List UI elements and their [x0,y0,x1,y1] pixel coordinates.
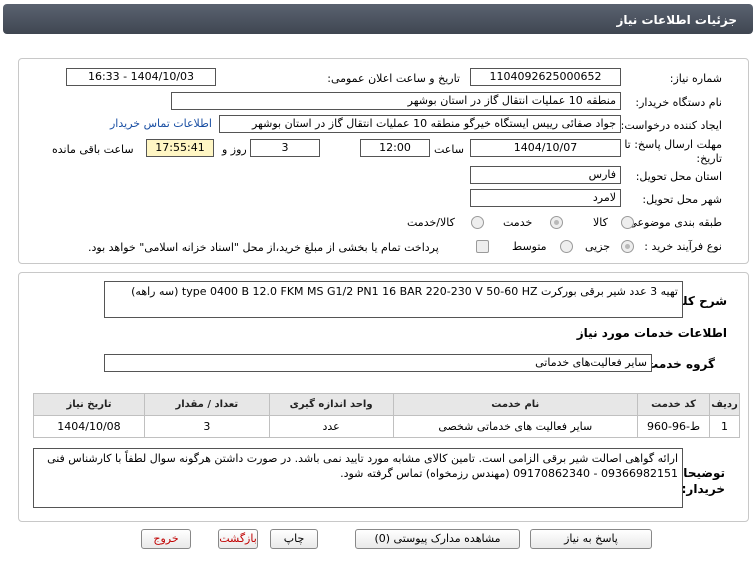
services-section-title: اطلاعات خدمات مورد نیاز [576,326,727,340]
back-button[interactable]: بازگشت [218,529,258,549]
category-option-service: خدمت [503,216,533,229]
print-button[interactable]: چاپ [270,529,318,549]
creator-label: ایجاد کننده درخواست: [620,119,722,132]
process-option-minor: جزیی [585,240,611,253]
category-option-goods-service: کالا/خدمت [407,216,455,229]
col-row-header: ردیف [709,393,740,416]
service-group-field: سایر فعالیت‌های خدماتی [104,354,652,372]
col-name-header: نام خدمت [392,393,639,416]
announce-label: تاریخ و ساعت اعلان عمومی: [327,72,460,85]
cell-qty: 3 [143,415,270,438]
need-info-panel [18,58,749,264]
deadline-time-label: ساعت [434,143,464,156]
deadline-label: مهلت ارسال پاسخ: تا [624,138,722,151]
process-option-medium: متوسط [512,240,547,253]
category-radio-goods-service[interactable] [471,216,484,229]
payment-note: پرداخت تمام یا بخشی از مبلغ خرید،از محل … [88,241,439,254]
city-label: شهر محل تحویل: [642,193,722,206]
remaining-label: ساعت باقی مانده [52,143,134,156]
reply-button[interactable]: پاسخ به نیاز [530,529,652,549]
treasury-checkbox[interactable] [476,240,489,253]
service-group-label: گروه خدمت: [641,357,715,371]
cell-name: سایر فعالیت های خدماتی شخصی [392,415,639,438]
creator-field: جواد صفائی رییس ایستگاه خیرگو منطقه 10 ع… [219,115,621,133]
need-number-label: شماره نیاز: [669,72,722,85]
table-header-row: ردیف کد خدمت نام خدمت واحد اندازه گیری ت… [33,393,740,416]
category-option-goods: کالا [593,216,608,229]
days-field: 3 [250,139,320,157]
col-code-header: کد خدمت [637,393,711,416]
need-number-field: 1104092625000652 [470,68,621,86]
header-bar: جزئیات اطلاعات نیاز [3,4,753,34]
category-radio-service[interactable] [550,216,563,229]
view-documents-button[interactable]: مشاهده مدارک پیوستی (0) [355,529,520,549]
cell-code: ط-96-960 [637,415,711,438]
process-label: نوع فرآیند خرید : [644,240,722,253]
process-radio-medium[interactable] [560,240,573,253]
services-table: ردیف کد خدمت نام خدمت واحد اندازه گیری ت… [33,393,740,438]
page-title: جزئیات اطلاعات نیاز [616,13,737,27]
buyer-contact-link[interactable]: اطلاعات تماس خریدار [110,117,212,130]
province-label: استان محل تحویل: [635,170,722,183]
category-radio-goods[interactable] [621,216,634,229]
col-date-header: تاریخ نیاز [33,393,145,416]
col-qty-header: تعداد / مقدار [143,393,270,416]
province-field: فارس [470,166,621,184]
table-row: 1 ط-96-960 سایر فعالیت های خدماتی شخصی ع… [33,415,740,438]
page-header: جزئیات اطلاعات نیاز [0,0,755,42]
days-label: روز و [222,143,247,156]
cell-row: 1 [709,415,740,438]
city-field: لامرد [470,189,621,207]
notes-field[interactable]: ارائه گواهی اصالت شیر برقی الزامی است. ت… [33,448,683,508]
buyer-field: منطقه 10 عملیات انتقال گاز در استان بوشه… [171,92,621,110]
deadline-time-field: 12:00 [360,139,430,157]
notes-label-2: خریدار: [681,482,725,496]
process-radio-minor[interactable] [621,240,634,253]
announce-field: 1404/10/03 - 16:33 [66,68,216,86]
exit-button[interactable]: خروج [141,529,191,549]
remaining-time-field: 17:55:41 [146,139,214,157]
deadline-label-2: تاریخ: [696,152,722,165]
cell-unit: عدد [268,415,394,438]
cell-date: 1404/10/08 [33,415,145,438]
deadline-date-field: 1404/10/07 [470,139,621,157]
col-unit-header: واحد اندازه گیری [268,393,394,416]
description-field[interactable]: تهیه 3 عدد شیر برقی بورکرت type 0400 B 1… [104,281,683,318]
buyer-label: نام دستگاه خریدار: [635,96,722,109]
category-label: طبقه بندی موضوعی: [624,216,722,229]
